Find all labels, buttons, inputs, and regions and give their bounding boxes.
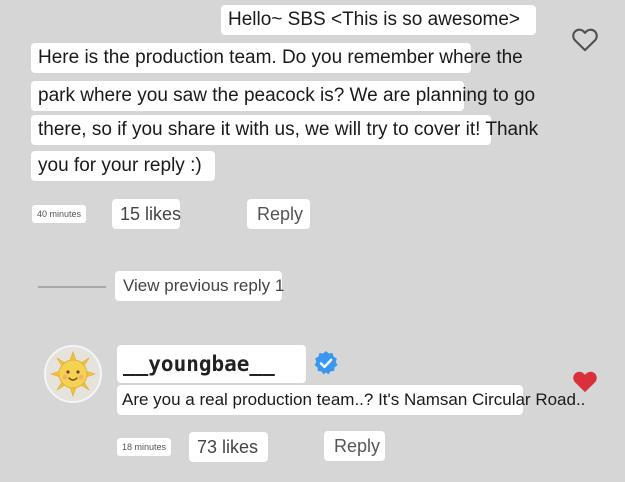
reply-username[interactable]: __youngbae__: [117, 345, 306, 383]
sun-avatar-icon: [46, 347, 100, 401]
comment-likes[interactable]: 15 likes: [112, 199, 181, 229]
replies-divider: [38, 286, 106, 288]
avatar[interactable]: [44, 345, 102, 403]
reply-likes[interactable]: 73 likes: [189, 432, 268, 462]
comment-line-2: Here is the production team. Do you reme…: [31, 43, 523, 73]
comment-line-3: park where you saw the peacock is? We ar…: [31, 81, 535, 111]
view-previous-replies-button[interactable]: View previous reply 1: [115, 271, 284, 301]
comment-line-5: you for your reply :): [31, 151, 215, 181]
comment-line-4: there, so if you share it with us, we wi…: [31, 115, 538, 145]
comment-reply-button[interactable]: Reply: [247, 199, 310, 229]
reply-text: Are you a real production team..? It's N…: [117, 385, 585, 415]
reply-timestamp: 18 minutes: [117, 438, 172, 456]
verified-badge-icon: [314, 351, 338, 375]
heart-outline-icon[interactable]: [571, 26, 599, 52]
reply-reply-button[interactable]: Reply: [324, 431, 385, 461]
comment-line-1: Hello~ SBS <This is so awesome>: [221, 5, 536, 35]
heart-filled-icon[interactable]: [571, 368, 599, 394]
comment-timestamp: 40 minutes: [32, 205, 87, 223]
